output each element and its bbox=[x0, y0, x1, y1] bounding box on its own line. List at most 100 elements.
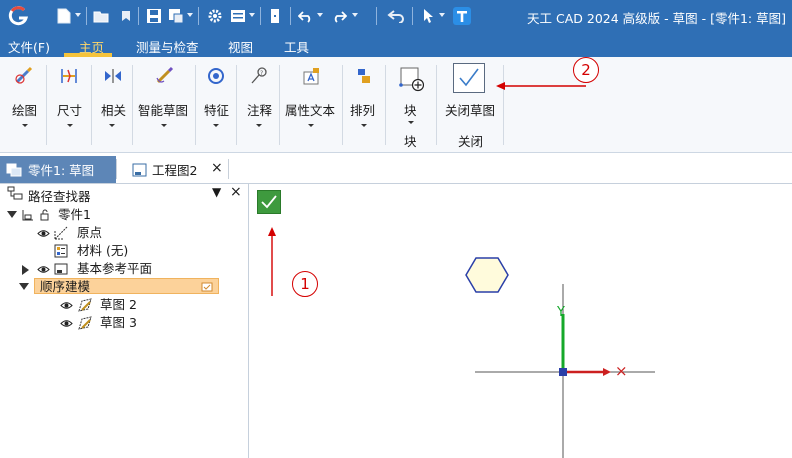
ribbon-property-text-label: 属性文本 bbox=[285, 103, 336, 118]
coordinate-system bbox=[475, 284, 655, 458]
svg-text:?: ? bbox=[260, 70, 263, 77]
ribbon-draw-label: 绘图 bbox=[12, 103, 38, 118]
annotation-arrow-2 bbox=[496, 82, 586, 90]
app-logo-icon[interactable] bbox=[6, 5, 30, 27]
select-arrow-icon[interactable] bbox=[418, 5, 438, 27]
save-icon[interactable] bbox=[144, 5, 164, 27]
tree-item-label: 草图 3 bbox=[100, 315, 137, 330]
ribbon-block-button[interactable]: 块 块 bbox=[386, 57, 436, 153]
dimension-dropdown-icon bbox=[67, 124, 73, 127]
ribbon: 绘图 尺寸 相关 智能草图 特征 ? 注释 属性文本 排列 块 块 关闭草图 关… bbox=[0, 57, 792, 153]
origin-icon bbox=[54, 226, 68, 240]
property-text-dropdown-icon bbox=[308, 124, 314, 127]
plane-icon bbox=[54, 262, 68, 276]
settings-gear-icon[interactable] bbox=[205, 5, 225, 27]
ribbon-smart-sketch-button[interactable]: 智能草图 bbox=[133, 57, 195, 153]
select-dropdown-icon[interactable] bbox=[439, 13, 445, 17]
undo-icon[interactable] bbox=[296, 5, 316, 27]
path-finder-title: 路径查找器 bbox=[28, 189, 91, 204]
options-list-icon[interactable] bbox=[228, 5, 248, 27]
save-as-icon[interactable] bbox=[166, 5, 186, 27]
tree-item-sequential-modeling[interactable]: 顺序建模 bbox=[0, 278, 249, 296]
finder-pin-icon[interactable]: ▼ bbox=[212, 185, 221, 199]
close-group-label: 关闭 bbox=[458, 134, 484, 149]
ribbon-close-sketch-button[interactable]: 关闭草图 关闭 bbox=[437, 57, 503, 153]
menu-file[interactable]: 文件(F) bbox=[8, 37, 50, 56]
visibility-eye-icon[interactable] bbox=[36, 262, 50, 276]
tree-item-base-planes[interactable]: 基本参考平面 bbox=[0, 260, 249, 278]
annotation-arrow-1 bbox=[268, 227, 276, 296]
exit-icon[interactable] bbox=[266, 5, 286, 27]
arrange-dropdown-icon bbox=[361, 124, 367, 127]
tree-item-sketch3[interactable]: 草图 3 bbox=[0, 314, 249, 332]
title-bar: 天工 CAD 2024 高级版 - 草图 - [零件1: 草图] bbox=[0, 0, 792, 32]
new-file-dropdown-icon[interactable] bbox=[75, 13, 81, 17]
dimension-icon bbox=[58, 65, 80, 87]
new-file-icon[interactable] bbox=[54, 5, 74, 27]
visibility-eye-icon[interactable] bbox=[59, 316, 73, 330]
tree-item-label: 材料 (无) bbox=[77, 243, 129, 258]
finder-close-icon[interactable]: × bbox=[230, 184, 242, 200]
doc-tab-drawing2[interactable]: 工程图2 bbox=[128, 156, 208, 183]
tree-item-label: 草图 2 bbox=[100, 297, 137, 312]
options-dropdown-icon[interactable] bbox=[249, 13, 255, 17]
ribbon-arrange-label: 排列 bbox=[350, 103, 376, 118]
close-sketch-icon bbox=[453, 63, 485, 93]
tree-item-part1[interactable]: 零件1 bbox=[0, 206, 249, 224]
annotation-marker-2: 2 bbox=[573, 57, 599, 83]
drawing-doc-icon bbox=[132, 163, 148, 177]
recent-icon[interactable] bbox=[116, 5, 136, 27]
path-finder-icon bbox=[7, 186, 23, 200]
open-file-icon[interactable] bbox=[92, 5, 112, 27]
visibility-eye-icon[interactable] bbox=[36, 226, 50, 240]
part-doc-icon bbox=[6, 163, 22, 177]
sketch-icon bbox=[78, 298, 92, 312]
ribbon-dimension-label: 尺寸 bbox=[57, 103, 83, 118]
accept-checkmark-button[interactable] bbox=[257, 190, 281, 214]
tab-close-icon[interactable]: × bbox=[211, 160, 223, 176]
tree-item-label: 基本参考平面 bbox=[77, 261, 153, 276]
x-axis-marker: × bbox=[615, 362, 628, 380]
block-group-label: 块 bbox=[404, 134, 417, 149]
path-finder-panel: 路径查找器 ▼ × 零件1 原点 材料 (无) 基本参考平面 顺序建模 草图 2… bbox=[0, 184, 249, 458]
save-dropdown-icon[interactable] bbox=[187, 13, 193, 17]
annotation-marker-1: 1 bbox=[292, 271, 318, 297]
ribbon-draw-button[interactable]: 绘图 bbox=[0, 57, 46, 153]
part-icon bbox=[21, 208, 35, 222]
draw-icon bbox=[13, 65, 35, 87]
expand-arrow-icon[interactable] bbox=[19, 283, 29, 290]
ribbon-block-label: 块 bbox=[404, 103, 417, 118]
doc-tab-part1-sketch[interactable]: 零件1: 草图 bbox=[0, 156, 116, 183]
menu-measure-check[interactable]: 测量与检查 bbox=[136, 37, 199, 56]
expand-arrow-icon[interactable] bbox=[7, 211, 17, 218]
tiangong-t-icon[interactable] bbox=[452, 5, 472, 27]
tree-item-label: 顺序建模 bbox=[40, 279, 91, 294]
menu-bar: 文件(F) 主页 测量与检查 视图 工具 bbox=[0, 32, 792, 57]
feature-icon bbox=[205, 65, 227, 87]
expand-arrow-icon[interactable] bbox=[22, 265, 29, 275]
visibility-eye-icon[interactable] bbox=[59, 298, 73, 312]
tree-item-material[interactable]: 材料 (无) bbox=[0, 242, 249, 260]
redo-dropdown-icon[interactable] bbox=[352, 13, 358, 17]
ribbon-arrange-button[interactable]: 排列 bbox=[343, 57, 385, 153]
document-tab-bar: 零件1: 草图 工程图2 × bbox=[0, 153, 792, 184]
ribbon-annotation-button[interactable]: ? 注释 bbox=[237, 57, 279, 153]
tree-item-sketch2[interactable]: 草图 2 bbox=[0, 296, 249, 314]
smart-sketch-dropdown-icon bbox=[161, 124, 167, 127]
menu-tools[interactable]: 工具 bbox=[284, 37, 309, 56]
relate-dropdown-icon bbox=[109, 124, 115, 127]
graphics-canvas[interactable]: 1 Y × bbox=[250, 184, 792, 458]
ribbon-property-text-button[interactable]: 属性文本 bbox=[280, 57, 342, 153]
feature-dropdown-icon bbox=[213, 124, 219, 127]
annotation-dropdown-icon bbox=[256, 124, 262, 127]
relate-icon bbox=[102, 65, 124, 87]
return-icon[interactable] bbox=[386, 5, 406, 27]
ribbon-relate-button[interactable]: 相关 bbox=[92, 57, 132, 153]
block-dropdown-icon bbox=[408, 121, 414, 124]
tree-item-origin[interactable]: 原点 bbox=[0, 224, 249, 242]
menu-view[interactable]: 视图 bbox=[228, 37, 253, 56]
undo-dropdown-icon[interactable] bbox=[317, 13, 323, 17]
redo-icon[interactable] bbox=[329, 5, 349, 27]
ribbon-feature-button[interactable]: 特征 bbox=[196, 57, 236, 153]
ribbon-dimension-button[interactable]: 尺寸 bbox=[47, 57, 91, 153]
